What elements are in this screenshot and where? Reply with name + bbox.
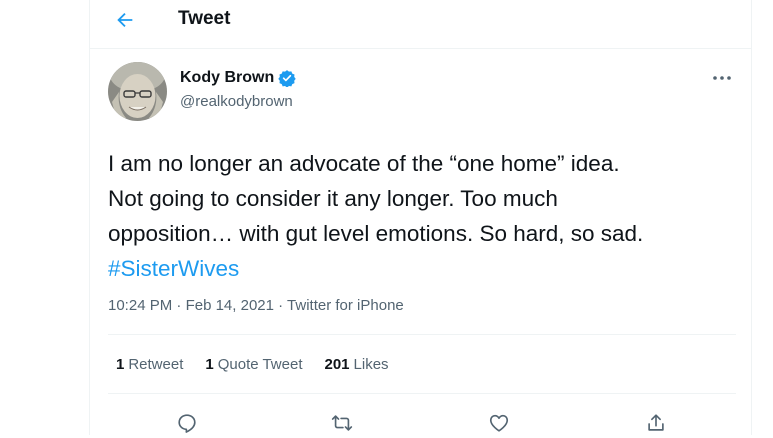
- engagement-stats: 1 Retweet 1 Quote Tweet 201 Likes: [116, 356, 411, 373]
- more-options-button[interactable]: [708, 70, 736, 86]
- header-bar: Tweet: [90, 0, 751, 42]
- tweet-time[interactable]: 10:24 PM: [108, 297, 172, 314]
- verified-badge-icon: [278, 69, 296, 87]
- meta-separator: ·: [273, 297, 288, 314]
- quote-count-link[interactable]: 1 Quote Tweet: [205, 356, 302, 373]
- retweet-icon: [331, 415, 353, 431]
- retweet-count-link[interactable]: 1 Retweet: [116, 356, 183, 373]
- avatar[interactable]: [108, 62, 167, 121]
- tweet-detail-column: Tweet Kody Brown @realkodybrown I am no …: [89, 0, 752, 435]
- share-icon: [648, 414, 664, 431]
- like-button[interactable]: [486, 410, 512, 436]
- heart-icon: [489, 414, 509, 432]
- tweet-text-line: Not going to consider it any longer. Too…: [108, 186, 558, 211]
- tweet-text: I am no longer an advocate of the “one h…: [108, 146, 748, 286]
- like-count-link[interactable]: 201 Likes: [325, 356, 389, 373]
- tweet-source[interactable]: Twitter for iPhone: [287, 297, 404, 314]
- avatar-image: [108, 62, 167, 121]
- reply-button[interactable]: [174, 410, 200, 436]
- divider: [108, 334, 736, 335]
- retweet-count: 1: [116, 356, 125, 373]
- back-button[interactable]: [110, 6, 140, 34]
- tweet-meta: 10:24 PM · Feb 14, 2021 · Twitter for iP…: [108, 297, 404, 314]
- quote-count: 1: [205, 356, 214, 373]
- hashtag-link[interactable]: #SisterWives: [108, 256, 239, 281]
- author-handle[interactable]: @realkodybrown: [180, 93, 293, 110]
- header-divider: [90, 48, 751, 49]
- divider: [108, 393, 736, 394]
- tweet-date[interactable]: Feb 14, 2021: [186, 297, 274, 314]
- quote-label: Quote Tweet: [217, 356, 303, 373]
- tweet-text-line: opposition… with gut level emotions. So …: [108, 221, 644, 246]
- like-label: Likes: [353, 356, 389, 373]
- author-display-name[interactable]: Kody Brown: [180, 69, 274, 87]
- more-horizontal-icon: [713, 76, 731, 80]
- arrow-left-icon: [117, 12, 133, 28]
- tweet-text-line: I am no longer an advocate of the “one h…: [108, 151, 620, 176]
- reply-icon: [178, 414, 196, 433]
- share-button[interactable]: [643, 410, 669, 436]
- action-bar: [90, 408, 751, 438]
- page-title: Tweet: [178, 8, 231, 29]
- retweet-label: Retweet: [128, 356, 184, 373]
- author-name-row[interactable]: Kody Brown: [180, 69, 296, 87]
- like-count: 201: [324, 356, 350, 373]
- retweet-button[interactable]: [329, 410, 355, 436]
- meta-separator: ·: [172, 297, 186, 314]
